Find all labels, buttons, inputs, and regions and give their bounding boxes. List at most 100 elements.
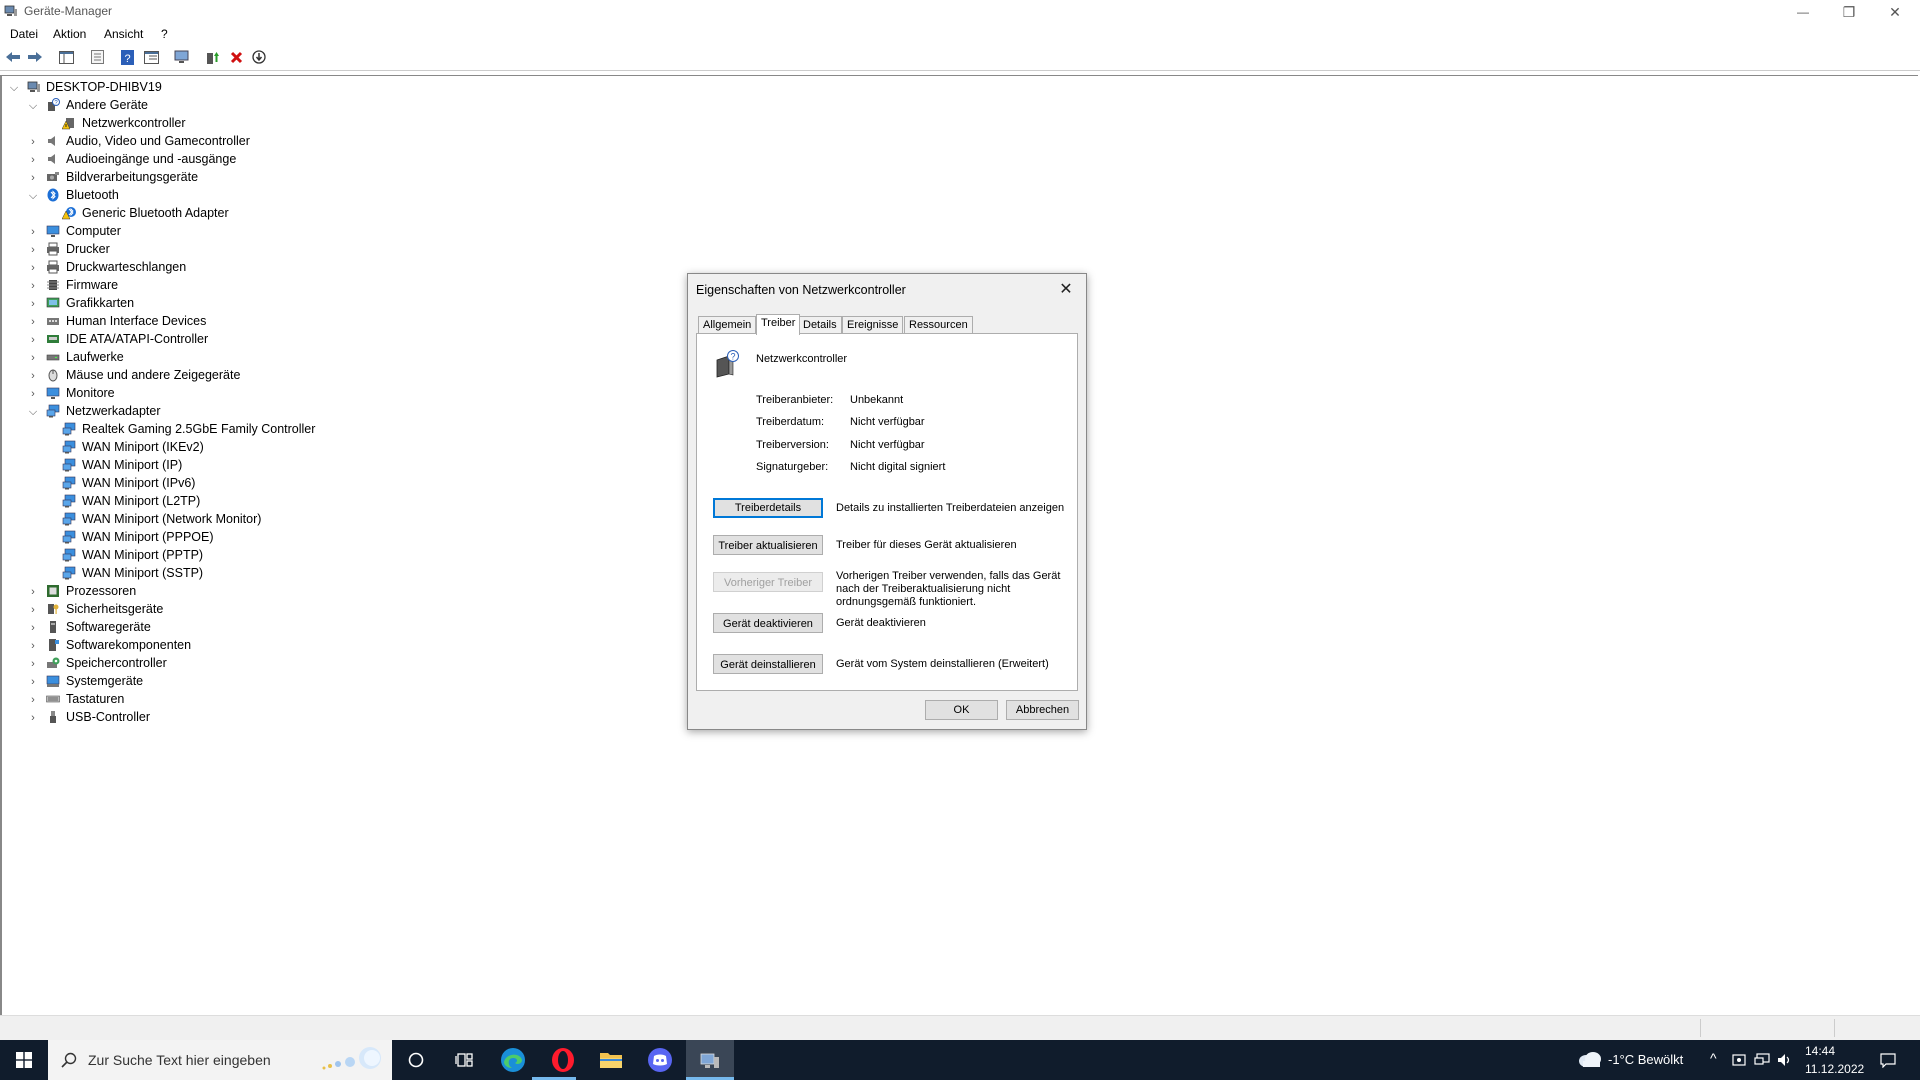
chevron-right-icon[interactable]: › xyxy=(27,710,39,726)
back-button[interactable] xyxy=(4,48,22,66)
tab-treiber[interactable]: Treiber xyxy=(756,314,801,335)
chevron-right-icon[interactable]: › xyxy=(27,314,39,330)
minimize-button[interactable]: — xyxy=(1780,0,1826,24)
chevron-right-icon[interactable]: › xyxy=(27,692,39,708)
chevron-right-icon[interactable]: › xyxy=(27,296,39,312)
tree-item-label: WAN Miniport (SSTP) xyxy=(82,566,204,580)
tree-item-label: Softwaregeräte xyxy=(66,620,151,634)
chevron-right-icon[interactable]: › xyxy=(27,170,39,186)
signer-label: Signaturgeber: xyxy=(756,461,829,473)
chevron-right-icon[interactable]: › xyxy=(27,152,39,168)
clock-date[interactable]: 11.12.2022 xyxy=(1805,1062,1864,1076)
tree-item-label: Bildverarbeitungsgeräte xyxy=(66,170,199,184)
chevron-right-icon[interactable]: › xyxy=(27,674,39,690)
driver-details-desc: Details zu installierten Treiberdateien … xyxy=(836,502,1065,514)
usb-icon xyxy=(46,710,60,724)
weather-text[interactable]: -1°C Bewölkt xyxy=(1608,1052,1683,1067)
chevron-right-icon[interactable]: › xyxy=(27,386,39,402)
camera-icon xyxy=(46,170,60,184)
scan-hardware-button[interactable] xyxy=(173,48,191,66)
network-adapter-icon xyxy=(62,566,76,580)
chevron-right-icon[interactable]: › xyxy=(27,638,39,654)
menu-aktion[interactable]: Aktion xyxy=(53,27,86,41)
view-button[interactable] xyxy=(142,48,160,66)
start-button[interactable] xyxy=(0,1040,48,1080)
chip-icon xyxy=(46,278,60,292)
opera-icon xyxy=(552,1048,574,1072)
close-button[interactable]: ✕ xyxy=(1872,0,1918,24)
network-icon[interactable] xyxy=(1754,1053,1770,1067)
tab-allgemein[interactable]: Allgemein xyxy=(698,316,757,334)
arrow-right-icon xyxy=(28,52,42,62)
help-button[interactable]: ? xyxy=(118,48,136,66)
driver-provider-value: Unbekannt xyxy=(850,394,904,406)
taskbar-discord[interactable] xyxy=(636,1040,684,1080)
dialog-close-button[interactable]: ✕ xyxy=(1052,277,1080,301)
meet-now-icon[interactable] xyxy=(1732,1053,1746,1067)
disable-device-button[interactable] xyxy=(250,48,268,66)
clock-time[interactable]: 14:44 xyxy=(1805,1044,1835,1058)
taskbar-device-manager[interactable] xyxy=(686,1040,734,1080)
ok-button[interactable]: OK xyxy=(925,700,998,720)
chevron-right-icon[interactable]: › xyxy=(27,350,39,366)
update-driver-desc: Treiber für dieses Gerät aktualisieren xyxy=(836,539,1017,551)
chevron-right-icon[interactable]: › xyxy=(27,602,39,618)
update-driver-button[interactable]: Treiber aktualisieren xyxy=(713,535,823,555)
taskbar-edge[interactable] xyxy=(489,1040,537,1080)
task-view-button[interactable] xyxy=(440,1040,488,1080)
tab-ereignisse[interactable]: Ereignisse xyxy=(842,316,904,334)
driver-details-button[interactable]: Treiberdetails xyxy=(713,498,823,518)
tab-details[interactable]: Details xyxy=(798,316,842,334)
disable-device-button[interactable]: Gerät deaktivieren xyxy=(713,613,823,633)
tree-item-label: IDE ATA/ATAPI-Controller xyxy=(66,332,209,346)
tree-item-label: WAN Miniport (IPv6) xyxy=(82,476,196,490)
chevron-down-icon[interactable]: ⌵ xyxy=(27,404,39,420)
tree-item-label: WAN Miniport (PPPOE) xyxy=(82,530,214,544)
driver-date-label: Treiberdatum: xyxy=(756,416,825,428)
rollback-driver-desc: Vorherigen Treiber verwenden, falls das … xyxy=(836,570,1061,608)
menu-help[interactable]: ? xyxy=(161,27,168,41)
chevron-right-icon[interactable]: › xyxy=(27,134,39,150)
chevron-down-icon[interactable]: ⌵ xyxy=(27,98,39,114)
unknown-device-icon: ? xyxy=(716,350,739,378)
tree-item-label: Prozessoren xyxy=(66,584,137,598)
update-driver-icon xyxy=(207,51,219,64)
tab-ressourcen[interactable]: Ressourcen xyxy=(904,316,973,334)
monitor-icon xyxy=(46,386,60,400)
chevron-down-icon[interactable]: ⌵ xyxy=(27,188,39,204)
taskbar-search[interactable]: Zur Suche Text hier eingeben xyxy=(48,1040,392,1080)
chevron-right-icon[interactable]: › xyxy=(27,332,39,348)
uninstall-button[interactable] xyxy=(227,48,245,66)
console-tree-button[interactable] xyxy=(57,48,75,66)
restore-button[interactable]: ❐ xyxy=(1826,0,1872,24)
volume-icon[interactable] xyxy=(1777,1053,1793,1067)
chevron-right-icon[interactable]: › xyxy=(27,584,39,600)
uninstall-device-desc: Gerät vom System deinstallieren (Erweite… xyxy=(836,658,1049,670)
tree-item-label: Firmware xyxy=(66,278,119,292)
menu-datei[interactable]: Datei xyxy=(10,27,38,41)
chevron-up-icon[interactable]: ^ xyxy=(1710,1050,1717,1066)
properties-button[interactable] xyxy=(88,48,106,66)
taskbar-opera[interactable] xyxy=(539,1040,587,1080)
uninstall-device-button[interactable]: Gerät deinstallieren xyxy=(713,654,823,674)
menu-ansicht[interactable]: Ansicht xyxy=(104,27,143,41)
processor-icon xyxy=(46,584,60,598)
chevron-right-icon[interactable]: › xyxy=(27,224,39,240)
cancel-button[interactable]: Abbrechen xyxy=(1006,700,1079,720)
chevron-right-icon[interactable]: › xyxy=(27,242,39,258)
device-manager-icon xyxy=(700,1053,719,1068)
chevron-right-icon[interactable]: › xyxy=(27,656,39,672)
chevron-right-icon[interactable]: › xyxy=(27,368,39,384)
chevron-down-icon[interactable]: ⌵ xyxy=(8,80,20,96)
update-driver-button[interactable] xyxy=(204,48,222,66)
notification-icon[interactable] xyxy=(1880,1053,1896,1068)
search-highlight-icon xyxy=(322,1047,381,1070)
software-device-icon xyxy=(46,620,60,634)
chevron-right-icon[interactable]: › xyxy=(27,260,39,276)
forward-button[interactable] xyxy=(26,48,44,66)
taskbar-file-explorer[interactable] xyxy=(587,1040,635,1080)
cortana-button[interactable] xyxy=(392,1040,440,1080)
close-icon: ✕ xyxy=(1059,281,1073,298)
chevron-right-icon[interactable]: › xyxy=(27,278,39,294)
chevron-right-icon[interactable]: › xyxy=(27,620,39,636)
